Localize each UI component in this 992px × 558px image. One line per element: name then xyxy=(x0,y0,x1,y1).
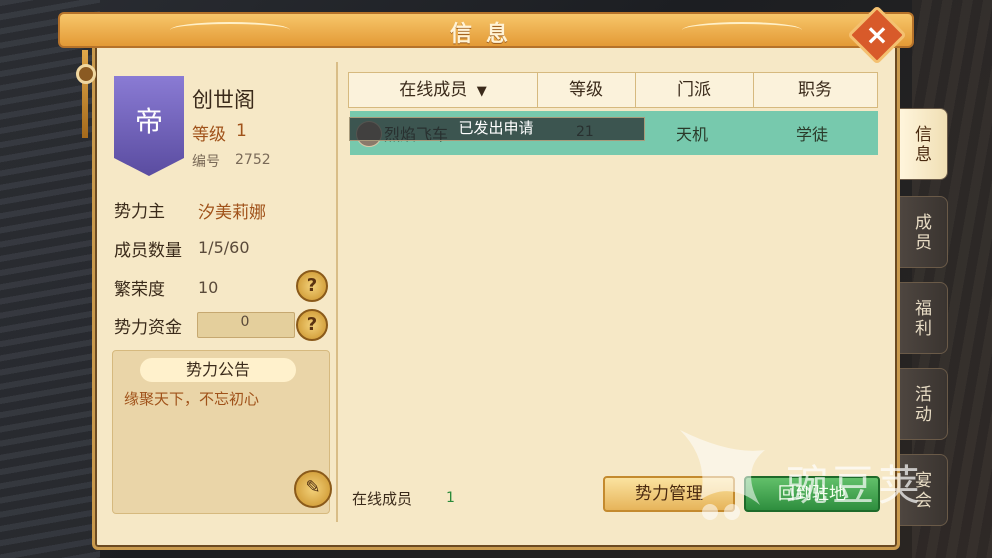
members-label: 成员数量 xyxy=(114,241,182,261)
title-bar: 信息 xyxy=(58,12,914,48)
notice-text: 缘聚天下，不忘初心 xyxy=(124,390,260,408)
guild-level-value: 1 xyxy=(236,121,247,141)
guild-emblem-char: 帝 xyxy=(134,105,163,138)
members-value: 1/5/60 xyxy=(198,238,250,257)
tab-members-label: 成员 xyxy=(915,213,932,253)
tab-info[interactable]: 信息 xyxy=(900,108,948,180)
tab-activity-label: 活动 xyxy=(915,385,932,425)
funds-label: 势力资金 xyxy=(114,318,182,338)
online-count-value: 1 xyxy=(446,490,455,506)
section-divider xyxy=(336,62,338,522)
funds-value: 0 xyxy=(240,314,250,330)
leader-label: 势力主 xyxy=(114,202,165,222)
sort-down-icon: ▼ xyxy=(476,84,487,99)
header-title: 职务 xyxy=(798,80,832,100)
header-level: 等级 xyxy=(537,73,636,107)
guild-level-label: 等级 xyxy=(192,125,226,145)
tab-members[interactable]: 成员 xyxy=(900,196,948,268)
close-icon[interactable]: × xyxy=(856,14,898,56)
window-title: 信息 xyxy=(449,22,522,47)
table-header: 在线成员 ▼ 等级 门派 职务 xyxy=(348,72,878,108)
header-online-members-label: 在线成员 xyxy=(399,80,468,100)
funds-help-icon[interactable]: ? xyxy=(296,309,328,341)
watermark-text: 豌豆荚 xyxy=(786,461,925,510)
header-school: 门派 xyxy=(635,73,754,107)
notice-title: 势力公告 xyxy=(185,360,250,379)
header-online-members[interactable]: 在线成员 ▼ xyxy=(349,73,538,107)
tab-info-label: 信息 xyxy=(915,125,932,165)
prosperity-help-icon[interactable]: ? xyxy=(296,270,328,302)
tassel-ring xyxy=(76,64,96,84)
member-school: 天机 xyxy=(676,125,709,144)
online-count-label: 在线成员 xyxy=(352,490,413,508)
guild-name: 创世阁 xyxy=(192,88,255,112)
member-title: 学徒 xyxy=(796,125,829,144)
edit-notice-icon[interactable]: ✎ xyxy=(294,470,332,508)
tab-welfare-label: 福利 xyxy=(915,299,932,339)
tab-welfare[interactable]: 福利 xyxy=(900,282,948,354)
guild-number-label: 编号 xyxy=(192,154,220,170)
leader-value: 汐美莉娜 xyxy=(198,203,266,223)
guild-number-value: 2752 xyxy=(235,152,271,168)
prosperity-label: 繁荣度 xyxy=(114,280,165,300)
prosperity-value: 10 xyxy=(198,278,219,297)
toast-message: 已发出申请 xyxy=(458,119,534,137)
